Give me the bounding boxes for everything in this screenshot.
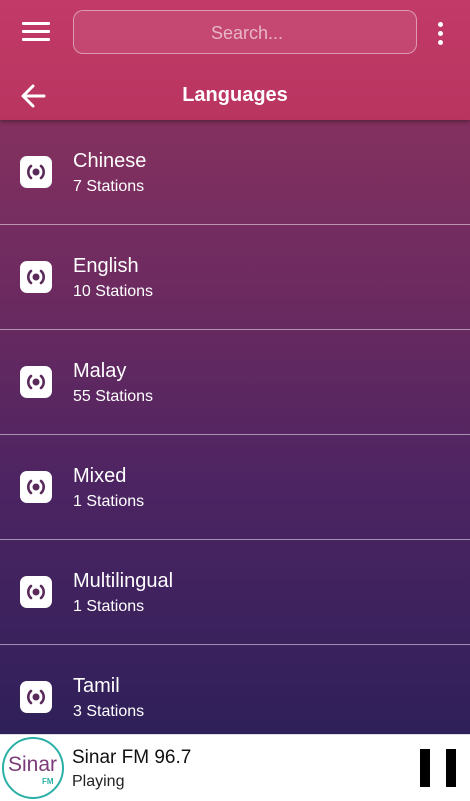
radio-broadcast-icon: [20, 681, 52, 713]
station-count: 1 Stations: [73, 493, 145, 510]
list-item-mixed[interactable]: Mixed 1 Stations: [0, 435, 470, 540]
language-name: Tamil: [73, 675, 120, 697]
list-item-tamil[interactable]: Tamil 3 Stations: [0, 645, 470, 734]
station-count: 10 Stations: [73, 283, 154, 300]
list-item-english[interactable]: English 10 Stations: [0, 225, 470, 330]
pause-icon[interactable]: [420, 749, 456, 787]
now-playing-station: Sinar FM 96.7: [72, 747, 192, 768]
list-item-malay[interactable]: Malay 55 Stations: [0, 330, 470, 435]
station-count: 1 Stations: [73, 598, 145, 615]
language-name: Chinese: [73, 150, 147, 172]
language-name: Mixed: [73, 465, 127, 487]
station-count: 3 Stations: [73, 703, 145, 720]
playback-status: Playing: [72, 773, 125, 790]
radio-broadcast-icon: [20, 471, 52, 503]
page-title: Languages: [182, 84, 288, 106]
radio-broadcast-icon: [20, 156, 52, 188]
search-input[interactable]: [74, 11, 420, 55]
list-item-chinese[interactable]: Chinese 7 Stations: [0, 120, 470, 225]
radio-broadcast-icon: [20, 576, 52, 608]
hamburger-menu-icon[interactable]: [22, 22, 50, 46]
language-name: Malay: [73, 360, 127, 382]
station-count: 55 Stations: [73, 388, 154, 405]
radio-broadcast-icon: [20, 261, 52, 293]
language-name: English: [73, 255, 139, 277]
radio-broadcast-icon: [20, 366, 52, 398]
languages-list: Chinese 7 Stations English 10 Stations M…: [0, 120, 470, 734]
mini-player[interactable]: Sinar FM Sinar FM 96.7 Playing: [0, 734, 470, 801]
logo-sub: FM: [42, 777, 54, 786]
list-item-multilingual[interactable]: Multilingual 1 Stations: [0, 540, 470, 645]
more-vertical-icon[interactable]: [436, 22, 444, 46]
search-box[interactable]: [73, 10, 420, 55]
station-count: 7 Stations: [73, 178, 145, 195]
logo-text: Sinar: [8, 753, 58, 776]
station-logo: Sinar FM: [2, 737, 64, 799]
language-name: Multilingual: [73, 570, 174, 592]
app-bar: Languages: [0, 0, 470, 120]
